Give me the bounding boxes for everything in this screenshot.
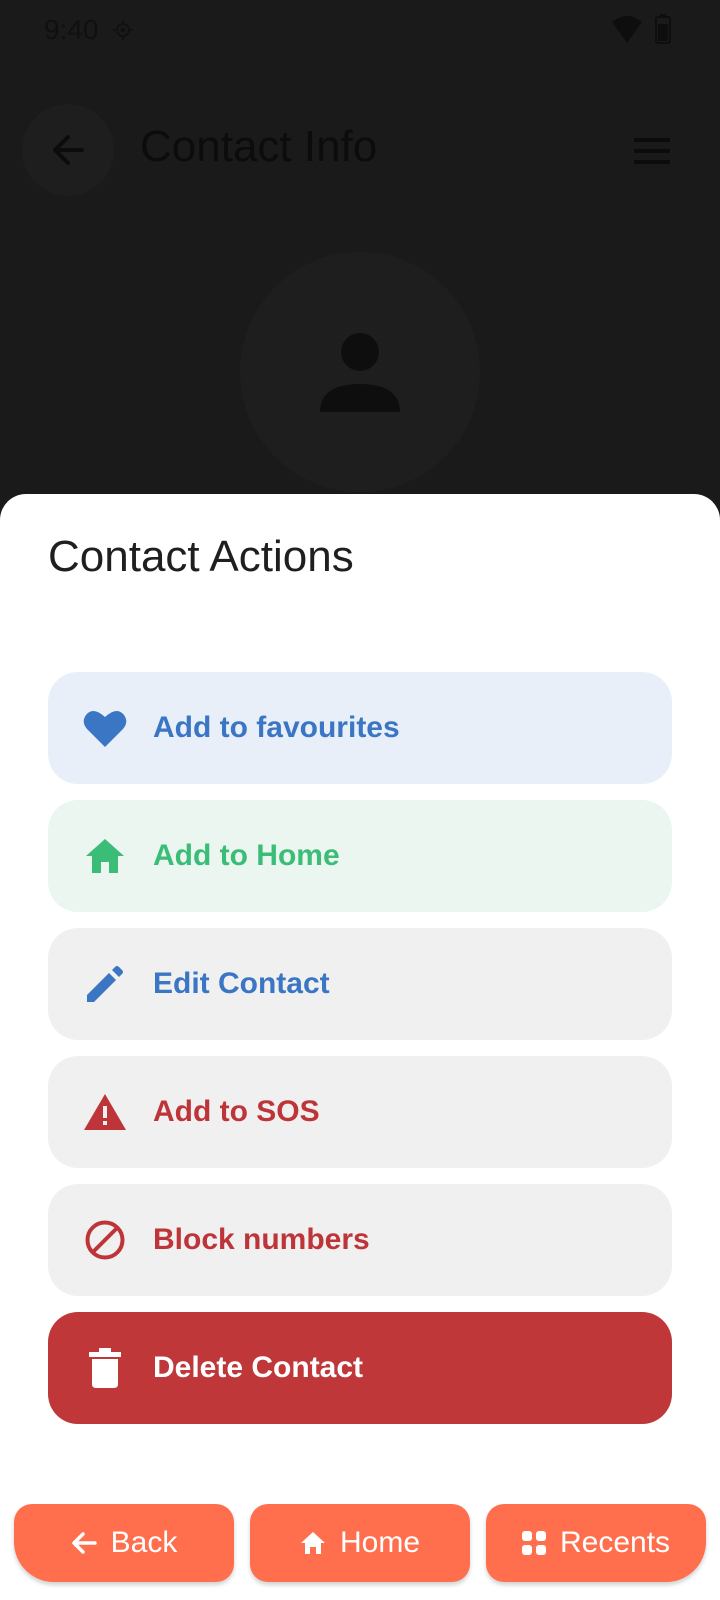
add-to-sos-button[interactable]: Add to SOS <box>48 1056 672 1168</box>
action-label: Delete Contact <box>153 1351 364 1384</box>
back-button[interactable] <box>22 104 114 196</box>
status-bar: 9:40 <box>0 0 720 64</box>
page-title: Contact Info <box>140 122 378 171</box>
nav-back-button[interactable]: Back <box>14 1504 234 1582</box>
hamburger-menu-icon[interactable] <box>634 138 670 164</box>
nav-home-button[interactable]: Home <box>250 1504 470 1582</box>
home-icon <box>300 1532 325 1554</box>
block-numbers-button[interactable]: Block numbers <box>48 1184 672 1296</box>
home-icon <box>81 832 129 880</box>
status-time: 9:40 <box>44 14 99 45</box>
trash-icon <box>81 1344 129 1392</box>
nav-label: Back <box>110 1526 178 1559</box>
warning-icon <box>81 1088 129 1136</box>
action-label: Add to Home <box>153 839 340 872</box>
add-to-favourites-button[interactable]: Add to favourites <box>48 672 672 784</box>
app-bar: Contact Info <box>0 96 720 206</box>
avatar <box>240 252 480 492</box>
bottom-nav: Back Home Recents <box>0 1504 720 1600</box>
wifi-icon <box>612 16 642 43</box>
pencil-icon <box>81 960 129 1008</box>
nav-recents-button[interactable]: Recents <box>486 1504 706 1582</box>
add-to-home-button[interactable]: Add to Home <box>48 800 672 912</box>
action-label: Edit Contact <box>153 967 330 1000</box>
location-icon <box>113 20 133 40</box>
contact-actions-sheet: Contact Actions Add to favourites Add to… <box>0 494 720 1600</box>
action-label: Add to SOS <box>153 1095 320 1128</box>
battery-icon <box>655 14 671 44</box>
edit-contact-button[interactable]: Edit Contact <box>48 928 672 1040</box>
heart-icon <box>81 704 129 752</box>
action-label: Add to favourites <box>153 711 400 744</box>
delete-contact-button[interactable]: Delete Contact <box>48 1312 672 1424</box>
arrow-left-icon <box>71 1532 97 1554</box>
nav-label: Recents <box>559 1526 671 1559</box>
arrow-left-icon <box>53 135 84 165</box>
person-icon <box>320 333 400 412</box>
nav-label: Home <box>339 1526 421 1559</box>
actions-list: Add to favourites Add to Home Edit Conta… <box>48 672 672 1440</box>
grid-icon <box>521 1531 546 1555</box>
action-label: Block numbers <box>153 1223 370 1256</box>
block-icon <box>81 1216 129 1264</box>
sheet-title: Contact Actions <box>48 532 354 581</box>
